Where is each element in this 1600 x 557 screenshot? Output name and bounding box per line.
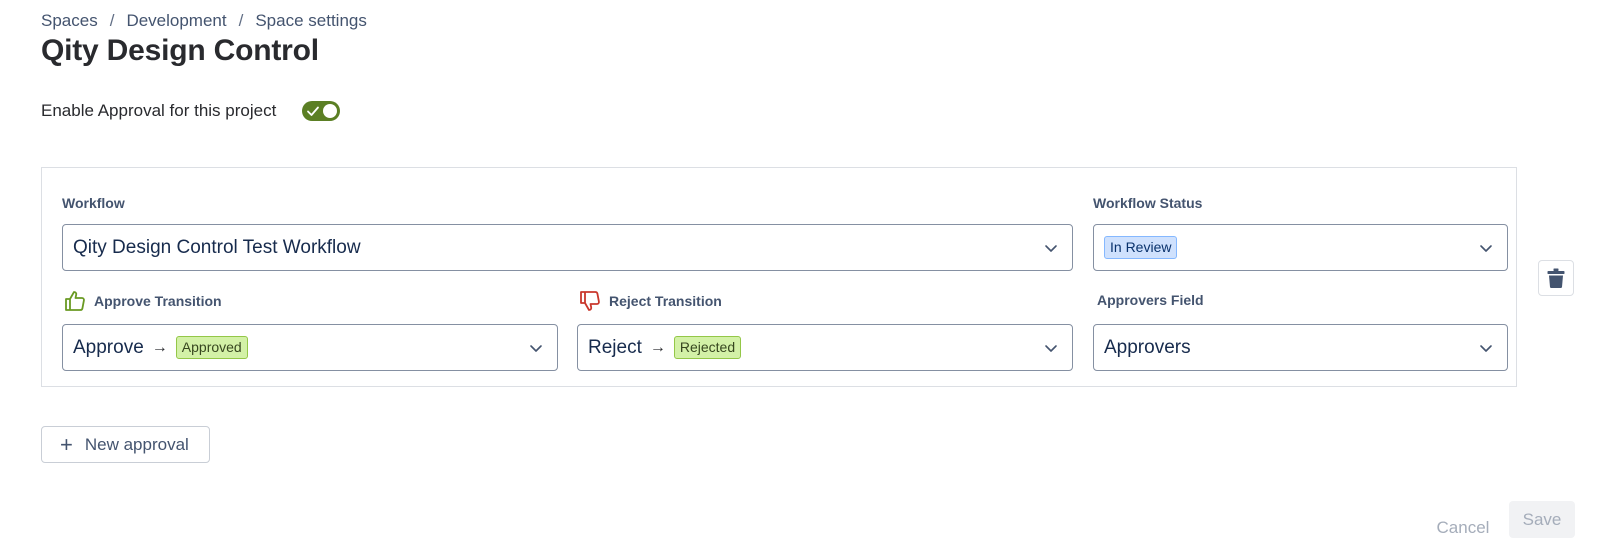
approve-transition-label-row: Approve Transition (64, 290, 222, 312)
arrow-right-icon: → (151, 338, 168, 356)
rejected-lozenge: Rejected (673, 336, 742, 359)
arrow-right-icon: → (649, 338, 666, 356)
approval-card: Workflow Qity Design Control Test Workfl… (41, 167, 1517, 387)
approve-transition-label: Approve Transition (94, 293, 222, 309)
workflow-value: Qity Design Control Test Workflow (73, 236, 361, 258)
breadcrumb-spaces[interactable]: Spaces (41, 11, 98, 31)
approve-transition-value: Approve → Approved (73, 336, 529, 359)
trash-icon (1547, 268, 1565, 288)
reject-transition-select[interactable]: Reject → Rejected (577, 324, 1073, 371)
approve-transition-select[interactable]: Approve → Approved (62, 324, 558, 371)
new-approval-button[interactable]: + New approval (41, 426, 210, 463)
plus-icon: + (60, 431, 73, 457)
workflow-status-value: In Review (1104, 236, 1479, 259)
approved-lozenge: Approved (175, 336, 248, 359)
reject-transition-label-row: Reject Transition (579, 290, 722, 312)
approve-action: Approve (73, 336, 144, 358)
breadcrumb-separator: / (109, 11, 115, 30)
chevron-down-icon (530, 344, 542, 352)
enable-approval-label: Enable Approval for this project (41, 101, 277, 120)
enable-approval-toggle[interactable] (302, 101, 341, 121)
approvers-field-select[interactable]: Approvers (1093, 324, 1508, 371)
reject-transition-label: Reject Transition (609, 293, 722, 309)
breadcrumb-development[interactable]: Development (126, 11, 226, 31)
chevron-down-icon (1480, 244, 1492, 252)
save-button[interactable]: Save (1509, 501, 1575, 538)
breadcrumb-separator: / (238, 11, 244, 30)
check-icon (307, 106, 320, 116)
toggle-knob (323, 104, 338, 118)
thumbs-down-icon (580, 291, 600, 311)
workflow-label: Workflow (62, 195, 125, 211)
delete-approval-button[interactable] (1538, 260, 1574, 296)
cancel-button[interactable]: Cancel (1427, 510, 1499, 546)
status-lozenge: In Review (1104, 236, 1178, 259)
breadcrumb-space-settings[interactable]: Space settings (255, 11, 367, 31)
approvers-field-value: Approvers (1104, 336, 1191, 358)
chevron-down-icon (1045, 244, 1057, 252)
reject-action: Reject (588, 336, 642, 358)
page-title: Qity Design Control (41, 34, 319, 67)
breadcrumb: Spaces / Development / Space settings (41, 11, 367, 31)
workflow-status-label: Workflow Status (1093, 195, 1203, 211)
new-approval-label: New approval (84, 434, 189, 454)
chevron-down-icon (1045, 344, 1057, 352)
chevron-down-icon (1480, 344, 1492, 352)
workflow-status-select[interactable]: In Review (1093, 224, 1508, 271)
approvers-field-label: Approvers Field (1097, 292, 1204, 308)
workflow-select[interactable]: Qity Design Control Test Workflow (62, 224, 1073, 271)
enable-approval-row: Enable Approval for this project (41, 101, 341, 121)
thumbs-up-icon (65, 291, 85, 311)
reject-transition-value: Reject → Rejected (588, 336, 1044, 359)
